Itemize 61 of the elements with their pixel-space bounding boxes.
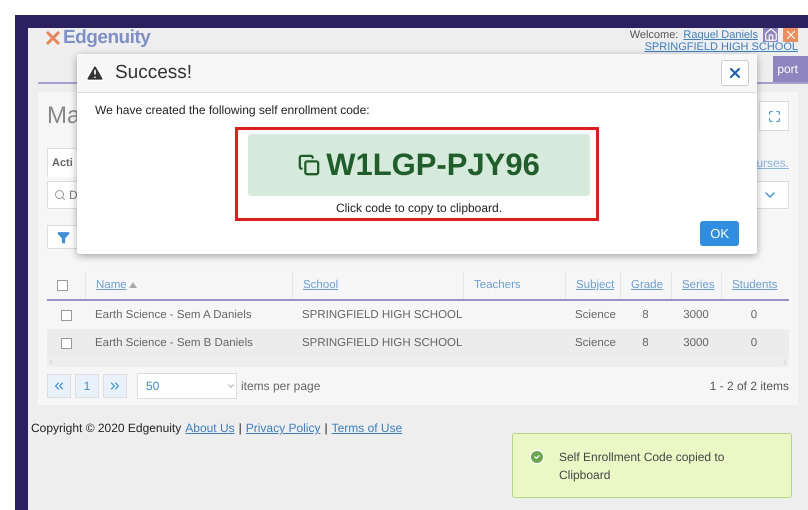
page-button[interactable]: 1 [75, 374, 99, 398]
table-cell: Earth Science - Sem A Daniels [95, 309, 252, 321]
table-cell: SPRINGFIELD HIGH SCHOOL [302, 337, 462, 349]
logo-mark-icon [45, 30, 61, 46]
separator: | [238, 421, 242, 435]
ok-button[interactable]: OK [700, 221, 739, 246]
user-link[interactable]: Raquel Daniels [683, 30, 758, 40]
home-button[interactable] [763, 28, 778, 42]
table-cell: 8 [642, 309, 649, 321]
warning-icon [85, 63, 105, 83]
table-cell: 3000 [683, 337, 709, 349]
column-header[interactable]: Teachers [474, 279, 521, 291]
separator: | [324, 421, 328, 435]
logo: Edgenuity [45, 28, 150, 47]
table-cell: Earth Science - Sem B Daniels [95, 337, 253, 349]
fullscreen-icon[interactable] [759, 101, 789, 131]
items-summary: 1 - 2 of 2 items [710, 379, 789, 393]
copy-icon [298, 154, 320, 176]
nav-button[interactable]: port [773, 56, 808, 82]
close-button[interactable] [721, 60, 749, 86]
table-cell: 8 [642, 337, 649, 349]
table-cell: 3000 [683, 309, 709, 321]
table-cell: Science [575, 309, 616, 321]
page-size-select[interactable]: 50 [137, 373, 237, 399]
row-checkbox[interactable] [60, 338, 72, 348]
footer-link[interactable]: Privacy Policy [246, 421, 320, 435]
close-icon [727, 65, 743, 81]
check-circle-icon [529, 449, 545, 465]
column-header[interactable]: School [303, 279, 338, 291]
home-icon [764, 28, 778, 42]
filter-button[interactable] [47, 225, 79, 249]
column-header[interactable]: Series [682, 279, 715, 291]
footer-link[interactable]: Terms of Use [332, 421, 402, 435]
school-link[interactable]: SPRINGFIELD HIGH SCHOOL [644, 42, 798, 53]
courses-link[interactable]: urses. [756, 156, 789, 170]
table-cell: SPRINGFIELD HIGH SCHOOL [302, 309, 462, 321]
column-header[interactable]: Subject [576, 279, 614, 291]
copy-hint: Click code to copy to clipboard. [336, 201, 502, 215]
logout-button[interactable] [783, 28, 798, 42]
footer-link[interactable]: About Us [185, 421, 235, 435]
table-cell: Science [575, 337, 616, 349]
filter-icon [56, 230, 70, 244]
column-header[interactable]: Name [96, 279, 127, 291]
search-icon [54, 189, 66, 201]
dialog-message: We have created the following self enrollment code: [95, 103, 371, 117]
column-header[interactable]: Students [732, 279, 778, 291]
copyright-text: Copyright © 2020 Edgenuity [31, 421, 182, 435]
select-all-checkbox[interactable] [57, 280, 68, 290]
table-cell: 0 [750, 309, 758, 321]
row-checkbox[interactable] [60, 310, 72, 320]
last-page-button[interactable] [103, 374, 127, 398]
table-cell: 0 [750, 337, 758, 349]
column-header[interactable]: Grade [631, 279, 663, 291]
enrollment-code-button[interactable]: W1LGP-PJY96 [248, 134, 590, 196]
tab[interactable]: Acti [47, 148, 80, 177]
dialog-title: Success! [85, 62, 192, 84]
toast-message: Self Enrollment Code copied to Clipboard [559, 449, 726, 484]
page-size-label: items per page [241, 379, 320, 393]
first-page-button[interactable] [47, 374, 71, 398]
sort-caret-icon [128, 282, 137, 288]
welcome-label: Welcome: [630, 30, 678, 40]
